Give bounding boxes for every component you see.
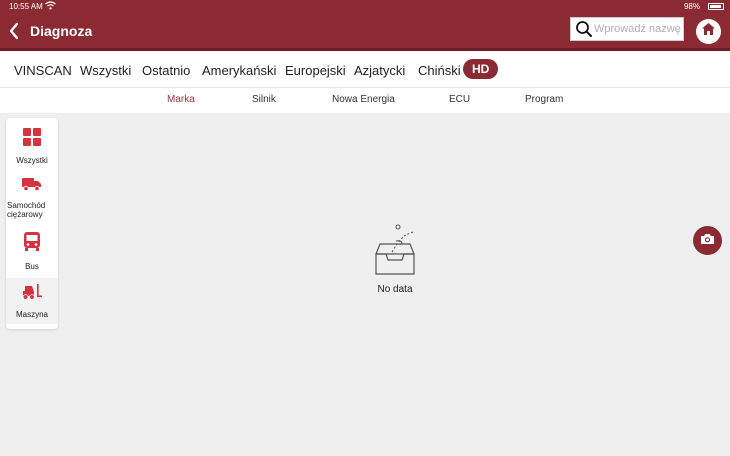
battery-percent: 98% [683,2,700,11]
app-header: 10:55 AM 98% Diagnoza [0,0,730,48]
tab-amerykanski[interactable]: Amerykański [202,63,276,78]
tab-hd[interactable]: HD [463,59,499,79]
screenshot-button[interactable] [693,226,722,255]
search-input[interactable] [594,23,682,35]
sidebar-item-bus[interactable]: Bus [6,231,58,281]
category-tabs: VINSCAN Wszystki Ostatnio Amerykański Eu… [0,48,730,88]
subtab-silnik[interactable]: Silnik [252,94,276,105]
home-button[interactable] [696,19,721,44]
tab-chinski[interactable]: Chiński [418,63,461,78]
status-time: 10:55 AM [9,2,43,11]
empty-state-text: No data [377,284,413,295]
search-box[interactable] [570,17,684,41]
sub-tabs: Marka Silnik Nowa Energia ECU Program [0,88,730,113]
sidebar-item-label: Bus [25,262,39,271]
subtab-nowa-energia[interactable]: Nowa Energia [332,94,395,105]
sidebar-item-truck[interactable]: Samochód ciężarowy [6,176,58,226]
subtab-ecu[interactable]: ECU [449,94,470,105]
subtab-program[interactable]: Program [525,94,563,105]
sidebar-item-label: Maszyna [15,310,48,319]
wifi-icon [45,1,56,12]
bus-icon [22,231,42,258]
back-arrow-icon[interactable] [8,22,20,40]
sidebar-item-wszystki[interactable]: Wszystki [6,127,58,177]
tab-vinscan[interactable]: VINSCAN [14,63,72,78]
empty-box-icon [368,222,422,283]
vehicle-type-sidebar: Wszystki Samochód ciężarowy Bus Maszyna [6,118,58,329]
camera-icon [700,232,715,250]
truck-icon [21,176,43,197]
status-bar: 10:55 AM 98% [0,0,730,13]
subtab-marka[interactable]: Marka [167,94,195,105]
tab-ostatnio[interactable]: Ostatnio [142,63,190,78]
tab-azjatycki[interactable]: Azjatycki [354,63,405,78]
tab-europejski[interactable]: Europejski [285,63,346,78]
sidebar-item-maszyna[interactable]: Maszyna [6,278,58,324]
page-title: Diagnoza [30,23,93,39]
battery-icon [708,3,724,10]
search-icon [574,19,594,39]
tab-wszystki[interactable]: Wszystki [80,63,131,78]
forklift-icon [21,283,43,306]
sidebar-item-label: Wszystki [16,156,48,165]
grid-icon [22,127,42,152]
sidebar-item-label: Samochód ciężarowy [7,201,46,219]
home-icon [701,22,716,41]
